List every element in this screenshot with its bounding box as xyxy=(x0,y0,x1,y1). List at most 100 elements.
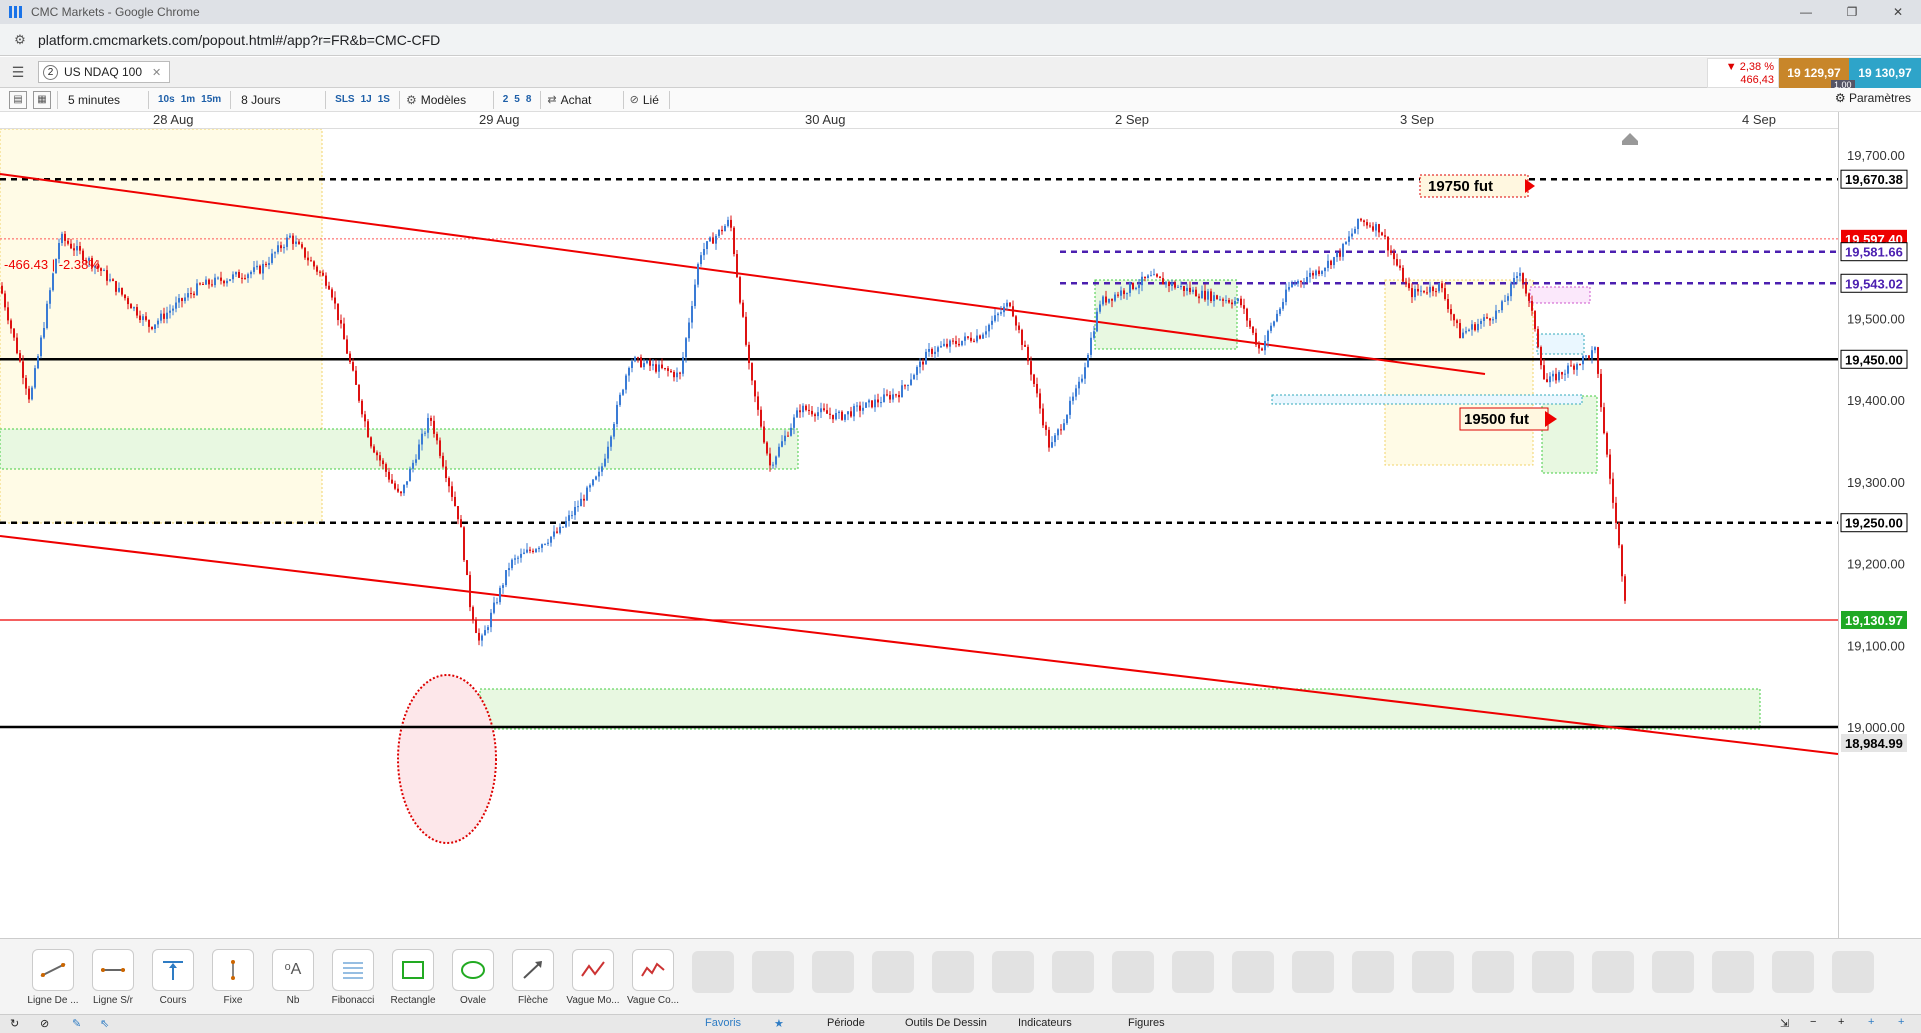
empty-tool-slot[interactable] xyxy=(1532,951,1574,993)
quick-range-1j[interactable]: 1J xyxy=(358,94,375,105)
candle-body xyxy=(1006,302,1008,307)
tool-fixed[interactable]: Fixe xyxy=(206,949,260,1006)
buy-button[interactable]: 19 130,97 1.00 xyxy=(1831,58,1921,90)
tool-price[interactable]: Cours xyxy=(146,949,200,1006)
empty-tool-slot[interactable] xyxy=(1172,951,1214,993)
empty-tool-slot[interactable] xyxy=(1592,951,1634,993)
candle-body xyxy=(289,235,291,238)
url-text[interactable]: platform.cmcmarkets.com/popout.html#/app… xyxy=(38,32,440,48)
minimize-icon[interactable]: — xyxy=(1783,0,1829,24)
link-icon: ⊘ xyxy=(629,94,639,106)
empty-tool-slot[interactable] xyxy=(752,951,794,993)
tab-outils[interactable]: Outils De Dessin xyxy=(905,1017,987,1029)
empty-tool-slot[interactable] xyxy=(992,951,1034,993)
hide-icon[interactable]: ⊘ xyxy=(40,1017,49,1030)
candle-body xyxy=(1009,302,1011,307)
tool-trendline[interactable]: Ligne De ... xyxy=(26,949,80,1006)
quick-interval-10s[interactable]: 10s xyxy=(155,94,178,105)
model-quick-8[interactable]: 8 xyxy=(523,94,535,105)
empty-tool-slot[interactable] xyxy=(1052,951,1094,993)
layout-grid-icon[interactable]: ▦ xyxy=(33,90,51,109)
support-zone xyxy=(479,688,1761,730)
candle-body xyxy=(229,279,231,281)
link-button[interactable]: Lié xyxy=(639,93,663,107)
zoom-in-icon[interactable]: + xyxy=(1838,1016,1844,1028)
candle-body xyxy=(1333,257,1335,266)
price-chart[interactable]: 19750 fut 19500 fut -466.43 | -2.38% xyxy=(0,129,1838,938)
tool-label: Fibonacci xyxy=(331,995,375,1006)
candle-body xyxy=(1420,290,1422,292)
tab-periode[interactable]: Période xyxy=(827,1017,865,1029)
candle-body xyxy=(1537,328,1539,348)
quick-range-1s[interactable]: 1S xyxy=(375,94,393,105)
close-tab-icon[interactable]: ✕ xyxy=(152,66,161,79)
candle-body xyxy=(1351,233,1353,237)
candle-body xyxy=(1588,355,1590,359)
empty-tool-slot[interactable] xyxy=(1232,951,1274,993)
range-select[interactable]: 8 Jours xyxy=(237,93,319,107)
tool-fibonacci[interactable]: Fibonacci xyxy=(326,949,380,1006)
menu-icon[interactable]: ☰ xyxy=(8,62,28,82)
restore-icon[interactable]: ❐ xyxy=(1829,0,1875,24)
candle-body xyxy=(910,379,912,385)
model-quick-2[interactable]: 2 xyxy=(500,94,512,105)
empty-tool-slot[interactable] xyxy=(932,951,974,993)
candle-body xyxy=(940,345,942,348)
zoom-reset-icon[interactable]: ⇲ xyxy=(1780,1017,1789,1030)
empty-tool-slot[interactable] xyxy=(1832,951,1874,993)
empty-tool-slot[interactable] xyxy=(1472,951,1514,993)
candle-body xyxy=(262,263,264,274)
empty-tool-slot[interactable] xyxy=(692,951,734,993)
buy-ticket-button[interactable]: Achat xyxy=(557,93,617,107)
empty-tool-slot[interactable] xyxy=(1112,951,1154,993)
tool-arrow[interactable]: Flèche xyxy=(506,949,560,1006)
date-label: 3 Sep xyxy=(1400,112,1434,127)
empty-tool-slot[interactable] xyxy=(1292,951,1334,993)
price-axis[interactable]: 19,700.00 19,500.00 19,400.00 19,300.00 19,2… xyxy=(1838,112,1921,938)
tab-favoris[interactable]: Favoris xyxy=(705,1017,741,1029)
candle-body xyxy=(1090,337,1092,355)
tab-indicateurs[interactable]: Indicateurs xyxy=(1018,1017,1072,1029)
empty-tool-slot[interactable] xyxy=(812,951,854,993)
tab-number: 2 xyxy=(43,64,58,80)
settings-button[interactable]: ⚙ Paramètres xyxy=(1835,91,1911,105)
tool-wave-co[interactable]: Vague Co... xyxy=(626,949,680,1006)
empty-tool-slot[interactable] xyxy=(1412,951,1454,993)
zoom-out-icon[interactable]: − xyxy=(1810,1016,1816,1028)
candle-body xyxy=(1168,282,1170,287)
quick-interval-15m[interactable]: 15m xyxy=(198,94,224,105)
model-quick-5[interactable]: 5 xyxy=(511,94,523,105)
tool-sr-line[interactable]: Ligne S/r xyxy=(86,949,140,1006)
candle-body xyxy=(49,290,51,304)
chart-list-icon[interactable]: ▤ xyxy=(9,90,27,109)
interval-select[interactable]: 5 minutes xyxy=(64,93,142,107)
tool-rectangle[interactable]: Rectangle xyxy=(386,949,440,1006)
close-icon[interactable]: ✕ xyxy=(1875,0,1921,24)
tool-wave-mo[interactable]: Vague Mo... xyxy=(566,949,620,1006)
crosshair-icon[interactable]: + xyxy=(1868,1016,1874,1028)
star-icon[interactable]: ★ xyxy=(774,1017,784,1030)
empty-tool-slot[interactable] xyxy=(872,951,914,993)
candle-body xyxy=(442,455,444,467)
quick-range-sls[interactable]: SLS xyxy=(332,94,357,105)
tool-oval[interactable]: Ovale xyxy=(446,949,500,1006)
candle-body xyxy=(19,353,21,362)
models-button[interactable]: Modèles xyxy=(417,93,487,107)
refresh-icon[interactable]: ↻ xyxy=(10,1017,19,1030)
site-settings-icon[interactable]: ⚙ xyxy=(12,32,28,48)
tool-text[interactable]: ᵒA Nb xyxy=(266,949,320,1006)
tab-figures[interactable]: Figures xyxy=(1128,1017,1165,1029)
pencil-icon[interactable]: ✎ xyxy=(72,1017,81,1030)
candle-body xyxy=(757,396,759,410)
empty-tool-slot[interactable] xyxy=(1652,951,1694,993)
candle-body xyxy=(133,307,135,309)
candle-body xyxy=(100,268,102,271)
empty-tool-slot[interactable] xyxy=(1352,951,1394,993)
quick-interval-1m[interactable]: 1m xyxy=(178,94,198,105)
empty-tool-slot[interactable] xyxy=(1772,951,1814,993)
cursor-icon[interactable]: ⇖ xyxy=(100,1017,109,1030)
instrument-tab[interactable]: 2 US NDAQ 100 ✕ xyxy=(38,61,171,83)
empty-tool-slot[interactable] xyxy=(1712,951,1754,993)
crosshair-alt-icon[interactable]: + xyxy=(1898,1016,1904,1028)
candle-body xyxy=(46,303,48,328)
